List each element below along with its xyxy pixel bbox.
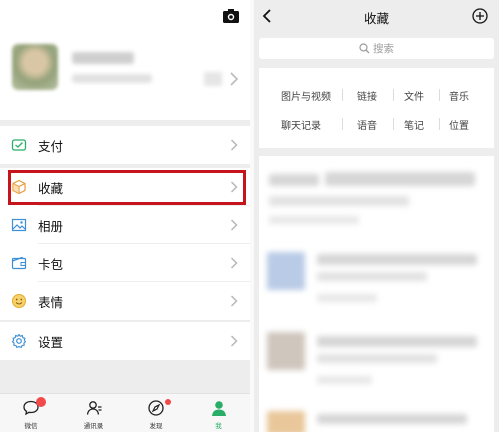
blurred-content [269, 174, 319, 186]
category-item[interactable]: 位置 [449, 117, 469, 132]
tab-chat[interactable]: 微信 [0, 394, 62, 432]
favorites-list-blurred [259, 156, 494, 432]
page-title: 收藏 [363, 11, 389, 26]
search-placeholder: 搜索 [373, 43, 394, 55]
menu-stickers[interactable]: 表情 [0, 282, 250, 320]
category-item[interactable]: 文件 [404, 88, 424, 103]
menu-item-label: 卡包 [38, 256, 64, 272]
favorites-page: 收藏 搜索 图片与视频 链接 文件 音乐聊天记录 语音 笔记 位置 [250, 0, 499, 432]
bottom-tab-bar: 微信 通讯录 发现 我 [0, 393, 250, 432]
category-item[interactable]: 聊天记录 [281, 117, 321, 132]
category-divider [342, 118, 343, 130]
tab-contacts[interactable]: 通讯录 [63, 394, 125, 432]
blurred-content [317, 272, 427, 281]
category-divider [393, 89, 394, 101]
menu-item-label: 相册 [38, 218, 64, 234]
menu-item-label: 支付 [38, 138, 64, 154]
tab-me[interactable]: 我 [188, 394, 250, 432]
avatar[interactable] [12, 44, 58, 90]
tab-discover[interactable]: 发现 [125, 394, 187, 432]
chevron-right-icon [230, 72, 239, 86]
album-icon [11, 218, 27, 232]
search-bar[interactable]: 搜索 [259, 38, 494, 59]
tab-label: 微信 [24, 422, 38, 430]
blurred-content [269, 216, 359, 224]
nav-bar: 收藏 [254, 0, 499, 32]
contacts-icon [86, 401, 101, 415]
blurred-content [317, 354, 437, 363]
blurred-content [317, 294, 377, 302]
blurred-content [317, 254, 477, 265]
search-icon [359, 43, 370, 54]
category-item[interactable]: 图片与视频 [281, 88, 331, 103]
blurred-content [325, 172, 475, 186]
unread-badge [36, 397, 46, 407]
blurred-content [269, 196, 409, 206]
blurred-nickname [72, 52, 134, 64]
menu-album[interactable]: 相册 [0, 206, 250, 244]
favorites-highlight-box [8, 170, 246, 205]
blurred-thumbnail [267, 332, 305, 370]
discover-icon [148, 400, 164, 416]
menu-pay[interactable]: 支付 [0, 126, 250, 164]
category-divider [342, 89, 343, 101]
category-divider [439, 89, 440, 101]
tab-label: 发现 [149, 422, 163, 430]
tab-label: 通讯录 [83, 422, 104, 430]
category-item[interactable]: 语音 [357, 117, 377, 132]
menu-cards[interactable]: 卡包 [0, 244, 250, 282]
blurred-content [317, 336, 477, 347]
menu-group-settings: 设置 [0, 322, 250, 360]
profile-card[interactable] [0, 0, 250, 120]
chevron-right-icon [230, 295, 238, 307]
category-item[interactable]: 链接 [357, 88, 377, 103]
menu-settings[interactable]: 设置 [0, 322, 250, 360]
unread-badge [165, 399, 171, 405]
pay-icon [11, 139, 27, 151]
me-icon [211, 401, 226, 416]
category-divider [393, 118, 394, 130]
add-circle-icon[interactable] [472, 8, 488, 24]
blurred-content [317, 414, 467, 424]
settings-icon [11, 333, 27, 349]
menu-group-pay: 支付 [0, 126, 250, 164]
blurred-thumbnail [267, 252, 305, 290]
category-divider [439, 118, 440, 130]
chevron-right-icon [230, 139, 238, 151]
chevron-right-icon [230, 335, 238, 347]
chevron-right-icon [230, 257, 238, 269]
tab-label: 我 [215, 422, 222, 430]
qr-code-icon[interactable] [204, 72, 222, 86]
blurred-content [317, 376, 372, 384]
me-page: 支付 收藏 相册 卡包 表情 设置 微信 通讯录 发现我 [0, 0, 250, 432]
camera-icon[interactable] [223, 9, 239, 23]
blurred-thumbnail [267, 411, 305, 432]
category-grid: 图片与视频 链接 文件 音乐聊天记录 语音 笔记 位置 [259, 68, 494, 148]
menu-item-label: 表情 [38, 294, 64, 310]
menu-item-label: 设置 [38, 334, 64, 350]
sticker-icon [12, 294, 26, 308]
card-wallet-icon [11, 256, 27, 270]
category-item[interactable]: 音乐 [449, 88, 469, 103]
blurred-wechat-id [72, 74, 152, 83]
chevron-right-icon [230, 219, 238, 231]
category-item[interactable]: 笔记 [404, 117, 424, 132]
